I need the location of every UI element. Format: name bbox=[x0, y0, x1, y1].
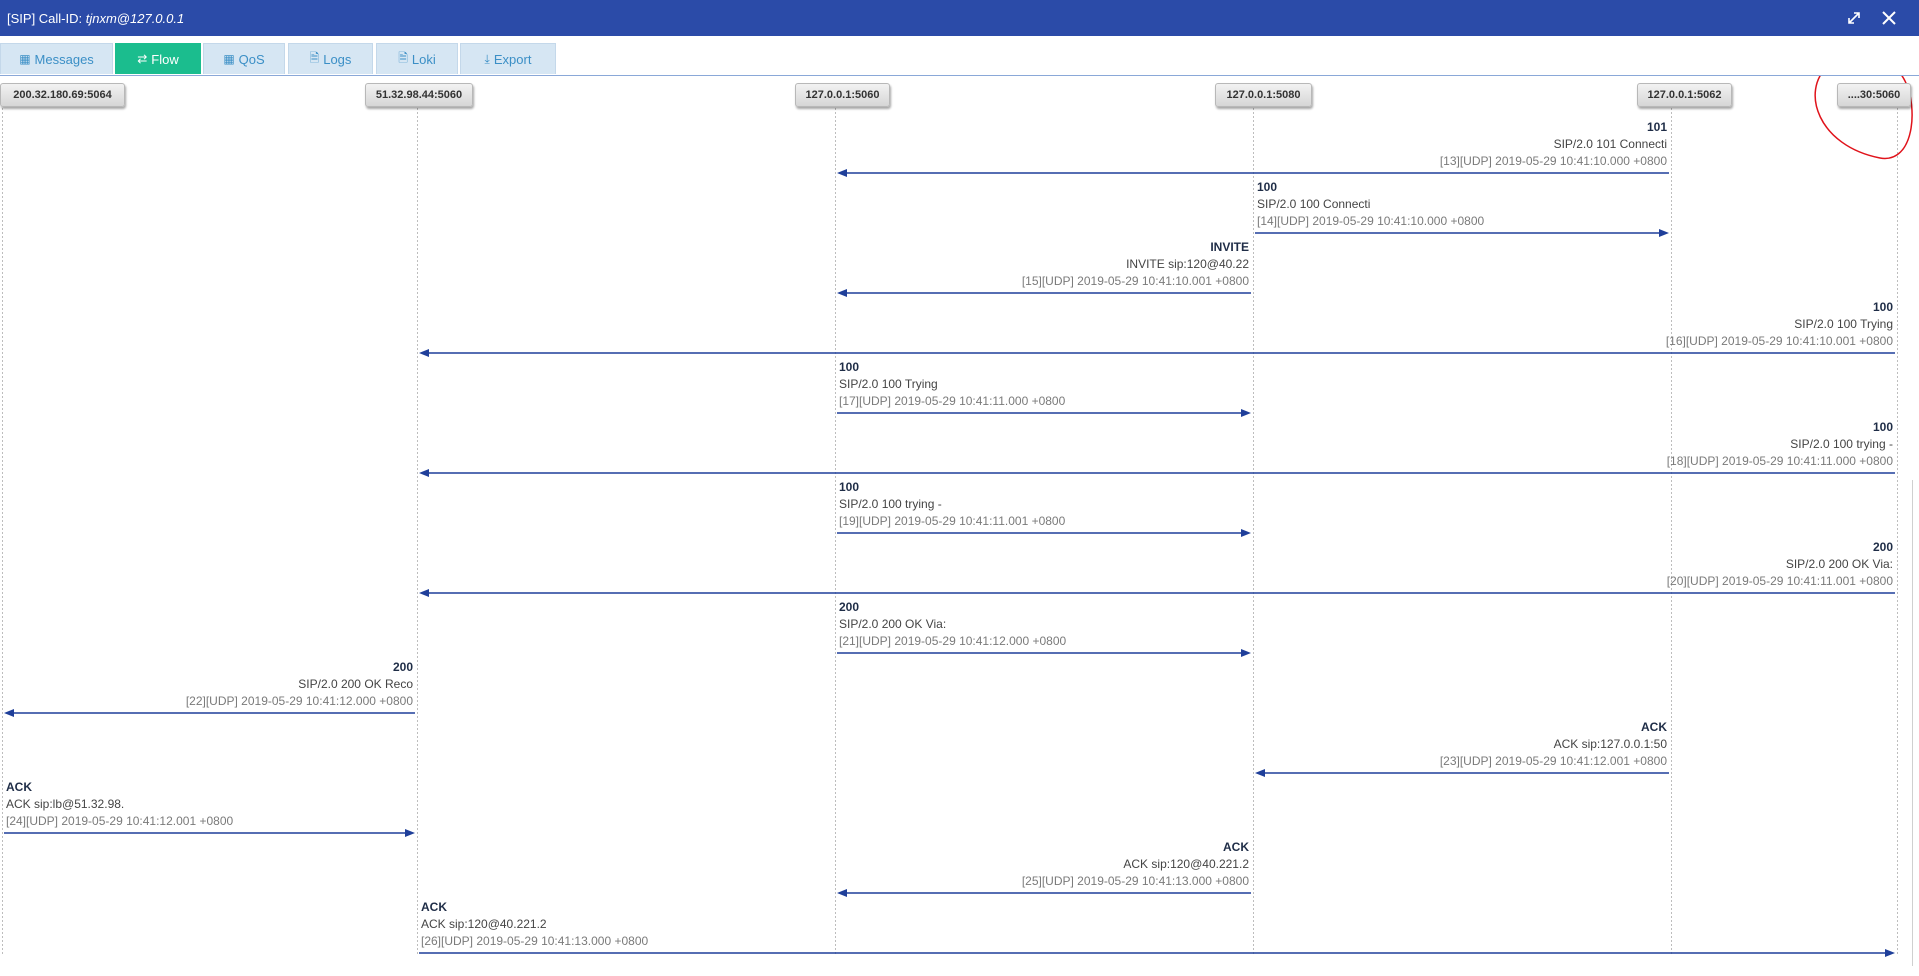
window-titlebar: [SIP] Call-ID: tjnxm@127.0.0.1 bbox=[0, 0, 1919, 36]
message-method: 200 bbox=[1872, 540, 1893, 554]
message-summary: ACK sip:120@40.221.2 bbox=[421, 917, 547, 931]
expand-icon[interactable] bbox=[1842, 6, 1866, 30]
tab-export[interactable]: ⤓ Export bbox=[460, 43, 556, 74]
message-label[interactable]: 200 SIP/2.0 200 OK Reco [22][UDP] 2019-05-… bbox=[186, 659, 413, 710]
message-summary: SIP/2.0 200 OK Via: bbox=[1785, 557, 1893, 571]
message-arrow[interactable] bbox=[835, 287, 1253, 299]
message-label[interactable]: ACK ACK sip:120@40.221.2 [26][UDP] 2019-05… bbox=[421, 899, 648, 950]
title-prefix: [SIP] Call-ID: bbox=[7, 11, 86, 26]
grid-icon: ▦ bbox=[19, 52, 31, 66]
tab-label: Flow bbox=[151, 51, 179, 67]
message-label[interactable]: ACK ACK sip:127.0.0.1:50 [23][UDP] 2019-05… bbox=[1440, 719, 1667, 770]
tab-qos[interactable]: ▦ QoS bbox=[203, 43, 285, 74]
message-summary: SIP/2.0 100 Trying bbox=[839, 377, 938, 391]
message-arrow[interactable] bbox=[417, 467, 1897, 479]
message-label[interactable]: 200 SIP/2.0 200 OK Via: [20][UDP] 2019-05-… bbox=[1667, 539, 1893, 590]
message-method: ACK bbox=[6, 780, 32, 794]
document-icon: 🗎 bbox=[309, 50, 320, 65]
message-summary: SIP/2.0 101 Connecti bbox=[1553, 137, 1667, 151]
message-method: 100 bbox=[839, 360, 860, 374]
host-box[interactable]: 127.0.0.1:5062 bbox=[1637, 83, 1732, 107]
call-id: tjnxm@127.0.0.1 bbox=[85, 11, 185, 26]
host-box[interactable]: 127.0.0.1:5080 bbox=[1215, 83, 1312, 107]
flow-diagram: 200.32.180.69:5064 51.32.98.44:5060 127.0.… bbox=[0, 54, 1919, 976]
tab-flow[interactable]: ⇄ Flow bbox=[115, 43, 201, 74]
message-summary: SIP/2.0 200 OK Via: bbox=[839, 617, 947, 631]
message-arrow[interactable] bbox=[835, 527, 1253, 539]
host-box[interactable]: ....30:5060 bbox=[1837, 83, 1911, 107]
host-box[interactable]: 51.32.98.44:5060 bbox=[365, 83, 473, 107]
message-label[interactable]: 100 SIP/2.0 100 Trying [16][UDP] 2019-05-2… bbox=[1666, 299, 1893, 350]
message-method: 100 bbox=[1872, 300, 1893, 314]
tab-label: Logs bbox=[323, 51, 352, 67]
message-label[interactable]: 200 SIP/2.0 200 OK Via: [21][UDP] 2019-05-… bbox=[839, 599, 1066, 650]
message-method: ACK bbox=[1641, 720, 1667, 734]
flow-arrows-icon: ⇄ bbox=[137, 52, 148, 66]
message-summary: SIP/2.0 100 Trying bbox=[1794, 317, 1893, 331]
message-method: 101 bbox=[1646, 120, 1667, 134]
message-arrow[interactable] bbox=[1253, 767, 1671, 779]
message-method: 100 bbox=[1872, 420, 1893, 434]
download-icon: ⤓ bbox=[484, 51, 490, 66]
message-arrow[interactable] bbox=[835, 887, 1253, 899]
message-label[interactable]: 100 SIP/2.0 100 trying - [19][UDP] 2019-05… bbox=[839, 479, 1065, 530]
message-arrow[interactable] bbox=[835, 407, 1253, 419]
message-method: INVITE bbox=[1210, 240, 1249, 254]
message-summary: ACK sip:120@40.221.2 bbox=[1123, 857, 1249, 871]
message-arrow[interactable] bbox=[417, 347, 1897, 359]
message-arrow[interactable] bbox=[835, 647, 1253, 659]
grid-icon: ▦ bbox=[223, 52, 235, 66]
close-icon[interactable] bbox=[1877, 6, 1901, 30]
tab-bar: ▦ Messages ⇄ Flow ▦ QoS 🗎 Logs 🗎 Loki ⤓ Export bbox=[0, 36, 1919, 76]
message-method: 200 bbox=[839, 600, 860, 614]
tab-logs[interactable]: 🗎 Logs bbox=[288, 43, 373, 74]
message-method: 200 bbox=[392, 660, 413, 674]
message-label[interactable]: 101 SIP/2.0 101 Connecti [13][UDP] 2019-05… bbox=[1440, 119, 1667, 170]
tab-loki[interactable]: 🗎 Loki bbox=[376, 43, 458, 74]
message-arrow[interactable] bbox=[835, 167, 1671, 179]
message-arrow[interactable] bbox=[2, 707, 417, 719]
message-label[interactable]: 100 SIP/2.0 100 trying - [18][UDP] 2019-05… bbox=[1667, 419, 1893, 470]
window-title: [SIP] Call-ID: tjnxm@127.0.0.1 bbox=[7, 11, 184, 26]
message-label[interactable]: ACK ACK sip:lb@51.32.98. [24][UDP] 2019-05… bbox=[6, 779, 233, 830]
tab-messages[interactable]: ▦ Messages bbox=[0, 43, 113, 74]
message-method: 100 bbox=[1257, 180, 1278, 194]
message-arrow[interactable] bbox=[1253, 227, 1671, 239]
message-method: 100 bbox=[839, 480, 860, 494]
message-summary: SIP/2.0 100 Connecti bbox=[1257, 197, 1371, 211]
message-arrow[interactable] bbox=[417, 587, 1897, 599]
tab-label: Messages bbox=[34, 51, 94, 67]
message-label[interactable]: ACK ACK sip:120@40.221.2 [25][UDP] 2019-05… bbox=[1022, 839, 1249, 890]
message-summary: SIP/2.0 100 trying - bbox=[839, 497, 942, 511]
message-summary: INVITE sip:120@40.22 bbox=[1126, 257, 1249, 271]
message-label[interactable]: 100 SIP/2.0 100 Connecti [14][UDP] 2019-05… bbox=[1257, 179, 1484, 230]
message-summary: ACK sip:127.0.0.1:50 bbox=[1553, 737, 1667, 751]
message-method: ACK bbox=[421, 900, 447, 914]
tab-label: QoS bbox=[238, 51, 265, 67]
message-arrow[interactable] bbox=[2, 827, 417, 839]
document-icon: 🗎 bbox=[398, 50, 408, 65]
host-box[interactable]: 127.0.0.1:5060 bbox=[795, 83, 890, 107]
tab-label: Export bbox=[493, 51, 532, 67]
message-summary: SIP/2.0 100 trying - bbox=[1790, 437, 1893, 451]
message-arrow[interactable] bbox=[417, 947, 1897, 959]
message-summary: SIP/2.0 200 OK Reco bbox=[298, 677, 413, 691]
message-label[interactable]: INVITE INVITE sip:120@40.22 [15][UDP] 2019… bbox=[1022, 239, 1249, 290]
message-summary: ACK sip:lb@51.32.98. bbox=[6, 797, 125, 811]
message-method: ACK bbox=[1223, 840, 1249, 854]
message-label[interactable]: 100 SIP/2.0 100 Trying [17][UDP] 2019-05-2… bbox=[839, 359, 1065, 410]
host-box[interactable]: 200.32.180.69:5064 bbox=[0, 83, 125, 107]
tab-label: Loki bbox=[411, 51, 436, 67]
